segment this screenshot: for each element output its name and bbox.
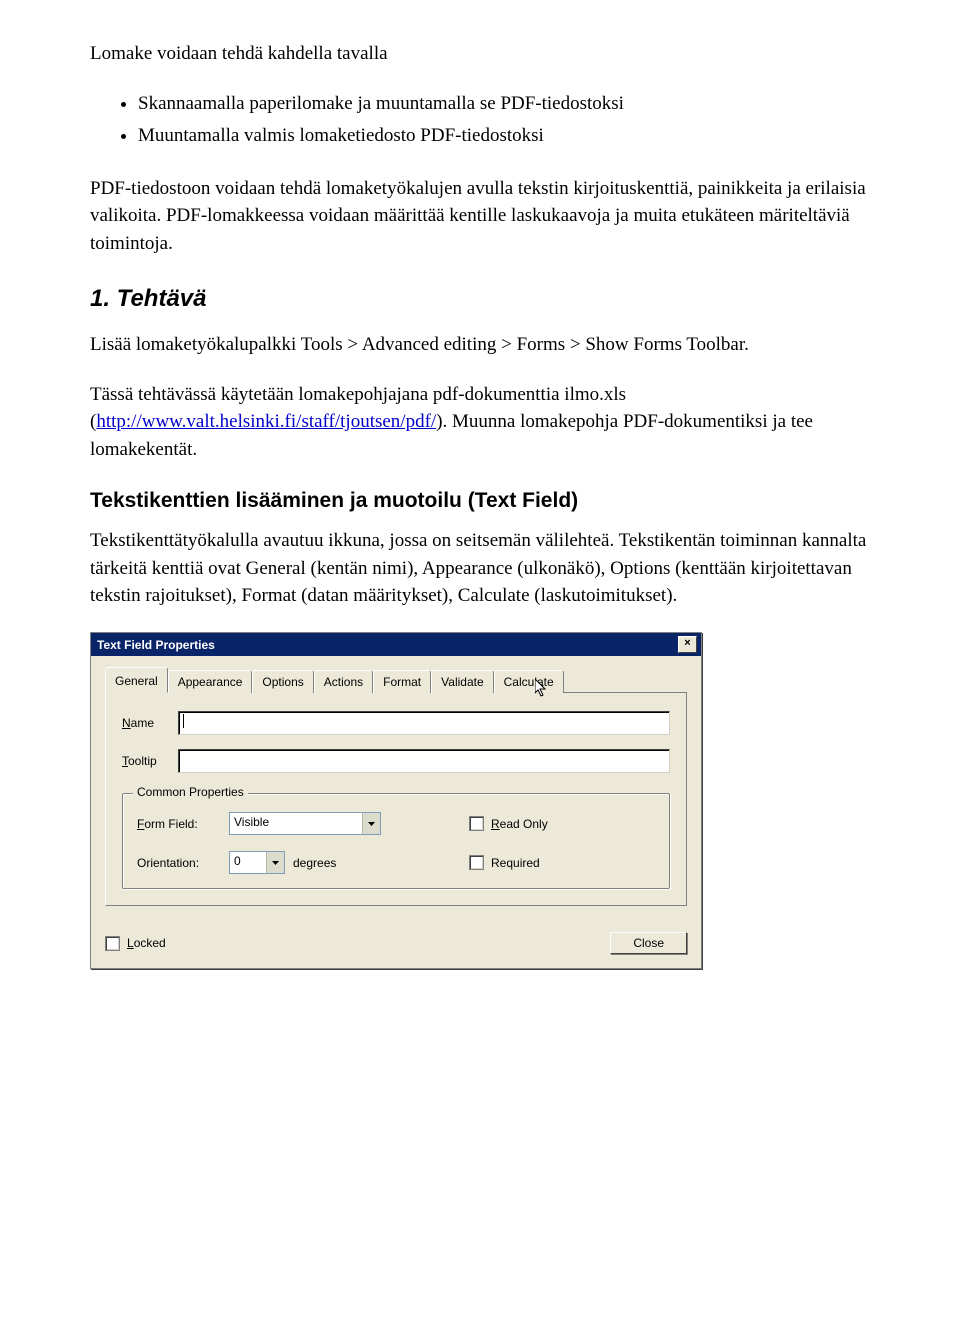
tooltip-input[interactable] — [178, 749, 670, 773]
tab-validate[interactable]: Validate — [431, 670, 493, 693]
close-icon[interactable]: × — [678, 636, 697, 653]
locked-label: Locked — [127, 936, 166, 950]
bullet-list: Skannaamalla paperilomake ja muuntamalla… — [90, 90, 870, 151]
section-2-title: Tekstikenttien lisääminen ja muotoilu (T… — [90, 489, 870, 513]
tab-appearance[interactable]: Appearance — [168, 670, 253, 693]
list-item: Muuntamalla valmis lomaketiedosto PDF-ti… — [138, 122, 870, 151]
required-label: Required — [491, 856, 540, 870]
tab-actions[interactable]: Actions — [314, 670, 373, 693]
section-1-para-2: Tässä tehtävässä käytetään lomakepohjaja… — [90, 381, 870, 464]
form-field-value: Visible — [230, 813, 362, 834]
form-field-label: Form Field: — [137, 817, 229, 831]
tab-format[interactable]: Format — [373, 670, 431, 693]
chevron-down-icon — [266, 852, 284, 873]
section-2-para: Tekstikenttätyökalulla avautuu ikkuna, j… — [90, 527, 870, 610]
dialog-titlebar[interactable]: Text Field Properties × — [91, 633, 701, 656]
locked-checkbox[interactable] — [105, 936, 120, 951]
section-1-para-1: Lisää lomaketyökalupalkki Tools > Advanc… — [90, 331, 870, 359]
pdf-link[interactable]: http://www.valt.helsinki.fi/staff/tjouts… — [96, 411, 436, 432]
orientation-combo[interactable]: 0 — [229, 851, 285, 874]
dialog-title: Text Field Properties — [97, 638, 215, 652]
orientation-value: 0 — [230, 852, 266, 873]
tab-general[interactable]: General — [105, 667, 168, 693]
degrees-label: degrees — [293, 856, 336, 870]
read-only-checkbox[interactable] — [469, 816, 484, 831]
required-checkbox[interactable] — [469, 855, 484, 870]
form-field-combo[interactable]: Visible — [229, 812, 381, 835]
tab-calculate[interactable]: Calculate — [494, 670, 564, 693]
group-legend: Common Properties — [133, 785, 248, 799]
read-only-label: Read Only — [491, 817, 548, 831]
text-field-properties-dialog: Text Field Properties × General Appearan… — [90, 632, 702, 969]
section-1-title: 1. Tehtävä — [90, 285, 870, 313]
name-label: Name — [122, 716, 178, 730]
name-input[interactable] — [178, 711, 670, 735]
tab-strip: General Appearance Options Actions Forma… — [105, 666, 687, 693]
chevron-down-icon — [362, 813, 380, 834]
orientation-label: Orientation: — [137, 856, 229, 870]
tab-panel-general: Name Tooltip Common Properties — [105, 693, 687, 906]
intro-paragraph: PDF-tiedostoon voidaan tehdä lomaketyöka… — [90, 175, 870, 258]
tab-options[interactable]: Options — [252, 670, 313, 693]
tooltip-label: Tooltip — [122, 754, 178, 768]
close-button[interactable]: Close — [610, 932, 687, 954]
list-item: Skannaamalla paperilomake ja muuntamalla… — [138, 90, 870, 119]
common-properties-group: Common Properties Form Field: Visible — [122, 793, 670, 889]
intro-heading: Lomake voidaan tehdä kahdella tavalla — [90, 40, 870, 68]
tab-calculate-label: Calculate — [504, 675, 554, 689]
